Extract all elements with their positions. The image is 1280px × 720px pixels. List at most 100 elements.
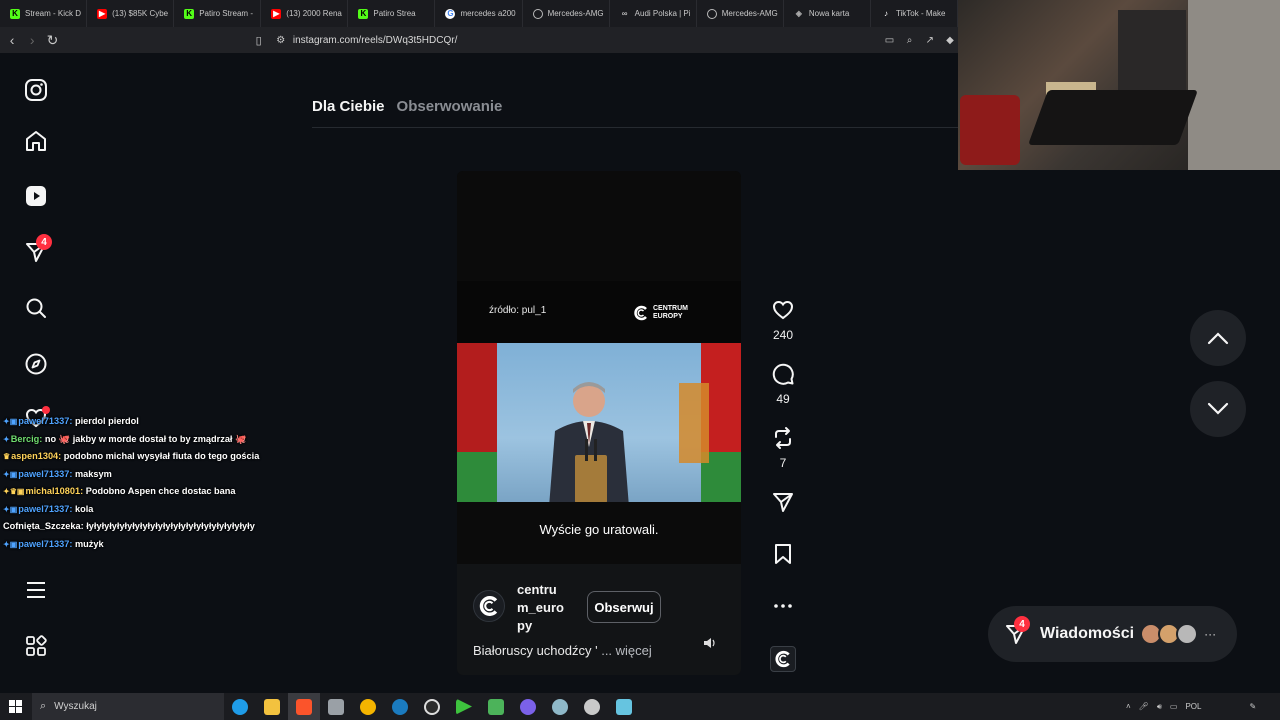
webcam-chair — [960, 95, 1020, 165]
address-bar[interactable]: instagram.com/reels/DWq3t5HDCQr/ — [293, 35, 457, 46]
back-icon[interactable]: ‹ — [4, 30, 20, 50]
chat-username: pawel71337: — [18, 468, 73, 479]
centrum-europy-logo: CENTRUM EUROPY — [633, 305, 688, 321]
screenshot-icon[interactable]: ▭ — [881, 30, 897, 50]
account-name[interactable]: centru m_euro py — [517, 581, 587, 635]
reload-icon[interactable]: ↻ — [44, 30, 60, 50]
home-icon[interactable] — [22, 127, 50, 155]
player-icon[interactable] — [448, 693, 480, 720]
video-source-label: źródło: pul_1 — [489, 305, 547, 316]
chat-message: Cofnięta_Szczeka: łyłyłyłyłyłyłyłyłyłyły… — [3, 518, 303, 536]
file-explorer-icon[interactable] — [256, 693, 288, 720]
chat-message: ✦▣pawel71337: pierdol pierdol — [3, 413, 303, 431]
tab-label: Stream - Kick D — [25, 9, 82, 18]
browser-tab-strip: K Stream - Kick D ▶ (13) $85K Cybe K Patiro… — [0, 0, 958, 27]
comment-action[interactable]: 49 — [768, 362, 798, 406]
browser-tab[interactable]: Mercedes-AMG — [523, 0, 610, 27]
network-icon[interactable]: ▭ — [1170, 702, 1178, 711]
repost-icon[interactable] — [770, 426, 796, 450]
logo-line-1: CENTRUM — [653, 305, 688, 312]
video-top-area — [457, 171, 741, 281]
direct-messages-icon[interactable]: 4 — [22, 234, 52, 266]
comment-icon[interactable] — [770, 362, 796, 386]
app-icon[interactable] — [576, 693, 608, 720]
browser-tab[interactable]: ◈ Nowa karta — [784, 0, 871, 27]
repost-action[interactable]: 7 — [768, 426, 798, 470]
browser-tab[interactable]: K Patiro Stream - — [174, 0, 262, 27]
heart-icon[interactable] — [770, 298, 796, 322]
windows-taskbar: ⌕ Wyszukaj — [0, 693, 1280, 720]
notification-icon[interactable]: ✎ — [1249, 702, 1256, 711]
logo-line-2: EUROPY — [653, 313, 683, 320]
browser-tab[interactable]: ∞ Audi Polska | Pi — [610, 0, 697, 27]
mercedes-icon — [706, 8, 717, 19]
chat-text: Podobno Aspen chce dostac bana — [85, 486, 236, 496]
volume-icon[interactable]: 🔊︎ — [1157, 702, 1162, 712]
sound-icon[interactable] — [703, 636, 719, 652]
edge-icon[interactable] — [224, 693, 256, 720]
tab-following[interactable]: Obserwowanie — [397, 98, 503, 115]
next-reel-button[interactable] — [1190, 381, 1246, 437]
language-indicator[interactable]: POL — [1185, 702, 1201, 711]
caption-more-link[interactable]: ... więcej — [598, 643, 652, 658]
app-icon[interactable] — [544, 693, 576, 720]
bookmark-icon[interactable]: ▯ — [251, 30, 267, 50]
previous-reel-button[interactable] — [1190, 310, 1246, 366]
browser-tab[interactable]: Gmercedes a200 — [435, 0, 523, 27]
messages-pill[interactable]: 4 Wiadomości ··· — [988, 606, 1237, 662]
feed-divider — [312, 127, 958, 128]
browser-toolbar: ‹ › ↻ ▯ ⚙ instagram.com/reels/DWq3t5HDCQ… — [0, 27, 958, 53]
zoom-icon[interactable]: ⌕ — [902, 30, 918, 50]
reel-video[interactable]: źródło: pul_1 CENTRUM EUROPY Wyście go ur… — [457, 171, 741, 675]
chat-username: pawel71337: — [18, 416, 73, 426]
account-avatar[interactable] — [473, 590, 505, 622]
centrum-europy-icon — [775, 650, 790, 668]
browser-tab[interactable]: Mercedes-AMG — [697, 0, 784, 27]
steam-icon[interactable] — [384, 693, 416, 720]
chat-text: mużyk — [74, 538, 104, 549]
tab-for-you[interactable]: Dla Ciebie — [312, 98, 385, 115]
site-settings-icon[interactable]: ⚙ — [273, 30, 289, 50]
obs-icon[interactable] — [416, 693, 448, 720]
taskbar-search[interactable]: ⌕ Wyszukaj — [32, 693, 224, 720]
browser-tab[interactable]: ▶ (13) 2000 Rena — [261, 0, 349, 27]
browser-tab[interactable]: ▶ (13) $85K Cybe — [87, 0, 175, 27]
chat-username: Cofnięta_Szczeka: — [3, 521, 84, 531]
ellipsis-icon[interactable] — [770, 598, 796, 614]
chrome-icon[interactable] — [352, 693, 384, 720]
forward-icon[interactable]: › — [24, 30, 40, 50]
like-action[interactable]: 240 — [768, 298, 798, 342]
bookmark-icon[interactable] — [770, 542, 796, 566]
flag-left-green — [457, 452, 497, 502]
chevron-up-icon[interactable]: ˄ — [1126, 702, 1131, 711]
notepad-icon[interactable] — [608, 693, 640, 720]
more-options-action[interactable] — [768, 598, 798, 614]
webcam-overlay — [958, 0, 1280, 170]
save-action[interactable] — [768, 542, 798, 566]
share-action[interactable] — [768, 490, 798, 514]
browser-tab[interactable]: K Patiro Strea — [348, 0, 436, 27]
search-icon[interactable] — [22, 294, 50, 322]
browser-tab[interactable]: ♪ TikTok - Make — [871, 0, 958, 27]
windows-start-icon[interactable] — [0, 693, 30, 720]
app-icon[interactable] — [320, 693, 352, 720]
follow-button[interactable]: Obserwuj — [587, 591, 661, 623]
kick-icon: K — [184, 8, 195, 19]
reels-icon[interactable] — [22, 182, 50, 210]
audio-thumbnail[interactable] — [770, 646, 796, 672]
browser-tab[interactable]: K Stream - Kick D — [0, 0, 88, 27]
discord-icon[interactable] — [512, 693, 544, 720]
brave-shield-icon[interactable]: ◆ — [942, 30, 958, 50]
brave-icon[interactable] — [288, 693, 320, 720]
stream-chat-overlay: ✦▣pawel71337: pierdol pierdol ✦Bercig: n… — [3, 413, 303, 553]
explore-icon[interactable] — [22, 350, 50, 378]
hamburger-menu-icon[interactable] — [22, 576, 50, 604]
share-icon[interactable] — [770, 490, 796, 514]
more-apps-icon[interactable] — [22, 632, 50, 660]
chat-text: no 🐙 jakby w morde dostał to by zmądrzał… — [44, 433, 247, 444]
app-icon[interactable] — [480, 693, 512, 720]
chat-message: ♛aspen1304: podobno michal wysyłał fiuta… — [3, 448, 303, 466]
instagram-logo-icon[interactable] — [22, 76, 50, 104]
microphone-icon[interactable]: 🎤︎ — [1139, 702, 1149, 711]
share-icon[interactable]: ↗ — [922, 30, 938, 50]
